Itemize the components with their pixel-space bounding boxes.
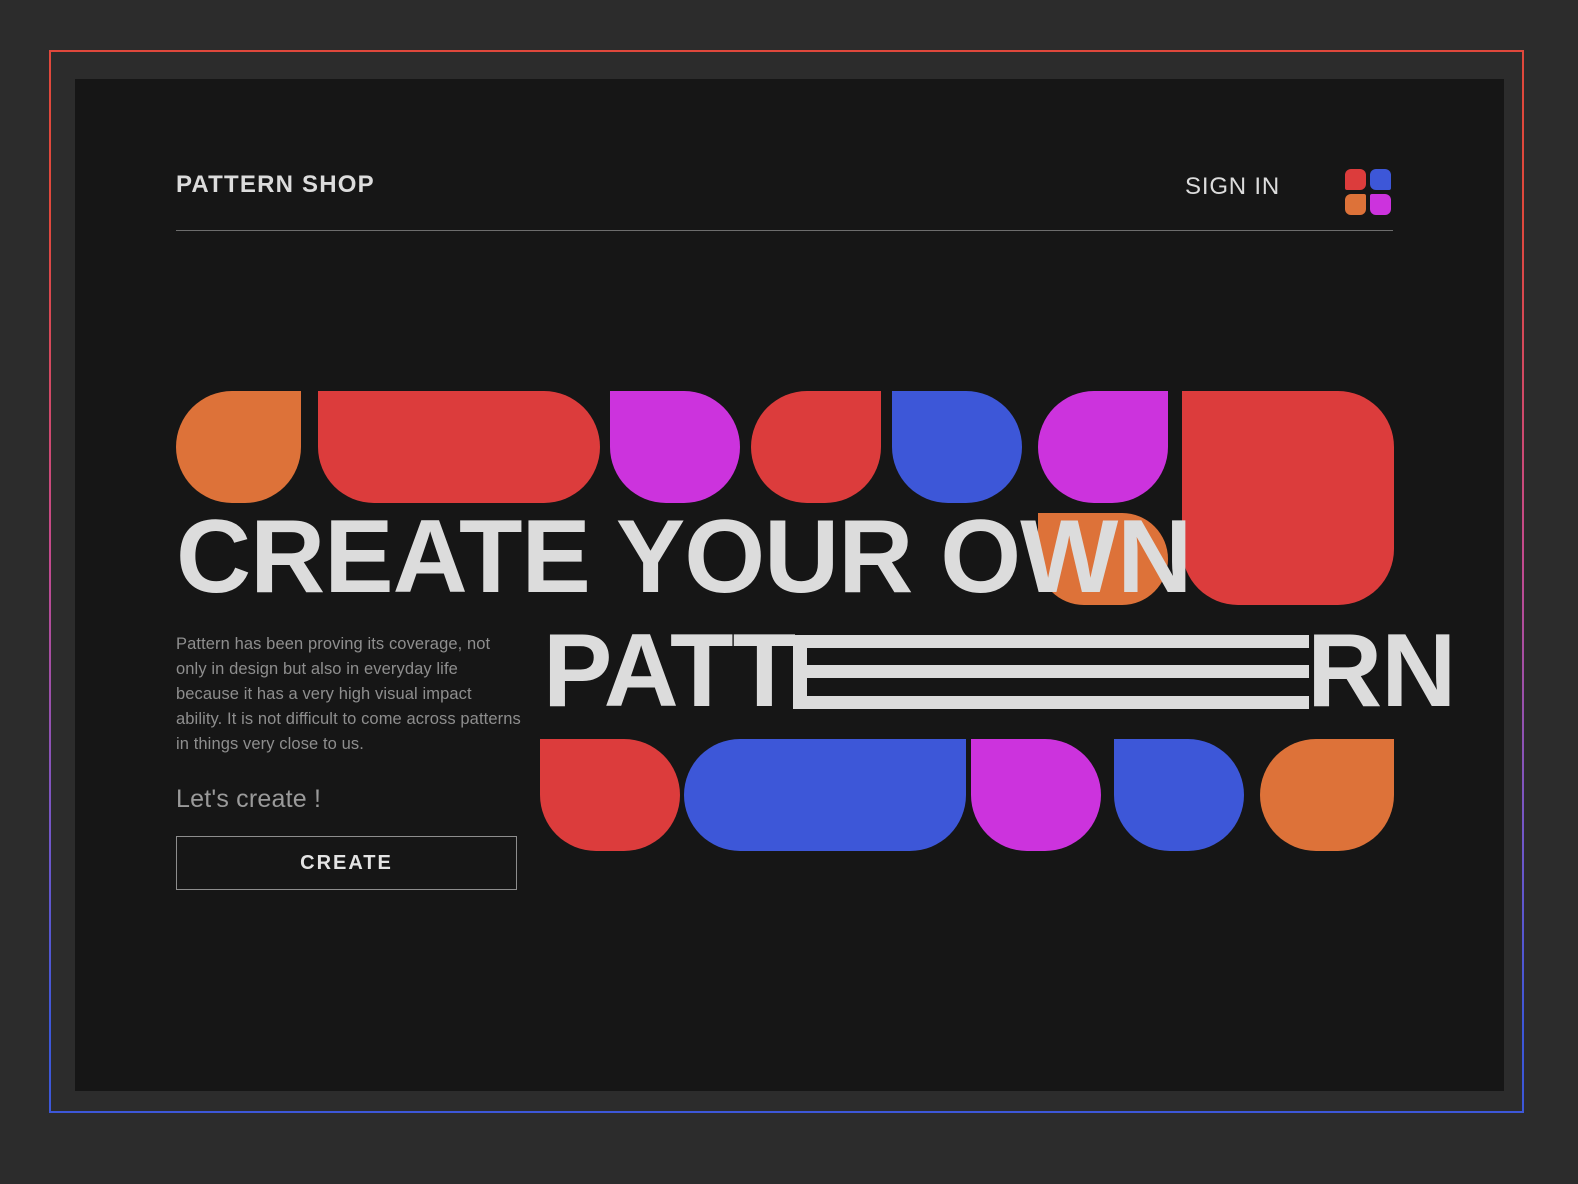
magenta-leaf-2 xyxy=(1038,391,1168,503)
create-button[interactable]: CREATE xyxy=(176,836,517,890)
logo-tile-blue xyxy=(1370,169,1391,190)
stretched-letter-e-glyph xyxy=(793,635,1310,709)
hero-headline-line1: CREATE YOUR OWN xyxy=(176,499,1192,615)
hero-headline-prefix: PATT xyxy=(543,613,796,729)
red-leaf-b xyxy=(540,739,680,851)
brand-title: PATTERN SHOP xyxy=(176,171,375,198)
logo-tile-red xyxy=(1345,169,1366,190)
sign-in-link[interactable]: SIGN IN xyxy=(1185,173,1280,201)
blue-bar xyxy=(684,739,966,851)
magenta-leaf-b xyxy=(971,739,1101,851)
red-bar xyxy=(318,391,600,503)
hero-canvas: PATTERN SHOP SIGN IN CREATE YOUR OWN PAT… xyxy=(75,79,1504,1091)
hero-copy-block: Pattern has been proving its coverage, n… xyxy=(176,632,521,890)
logo-tile-orange xyxy=(1345,194,1366,215)
red-leaf xyxy=(751,391,881,503)
hero-headline-suffix: RN xyxy=(1307,613,1456,729)
logo-tile-magenta xyxy=(1370,194,1391,215)
red-block xyxy=(1182,391,1394,605)
pattern-logo-icon[interactable] xyxy=(1345,169,1393,217)
blue-leaf-b xyxy=(1114,739,1244,851)
lets-create-label: Let's create ! xyxy=(176,785,322,813)
orange-leaf xyxy=(176,391,301,503)
hero-headline-line2: PATT RN xyxy=(543,613,1456,729)
blue-leaf xyxy=(892,391,1022,503)
orange-leaf-b xyxy=(1260,739,1394,851)
site-header: PATTERN SHOP SIGN IN xyxy=(176,151,1393,231)
hero-paragraph: Pattern has been proving its coverage, n… xyxy=(176,635,521,753)
magenta-leaf xyxy=(610,391,740,503)
